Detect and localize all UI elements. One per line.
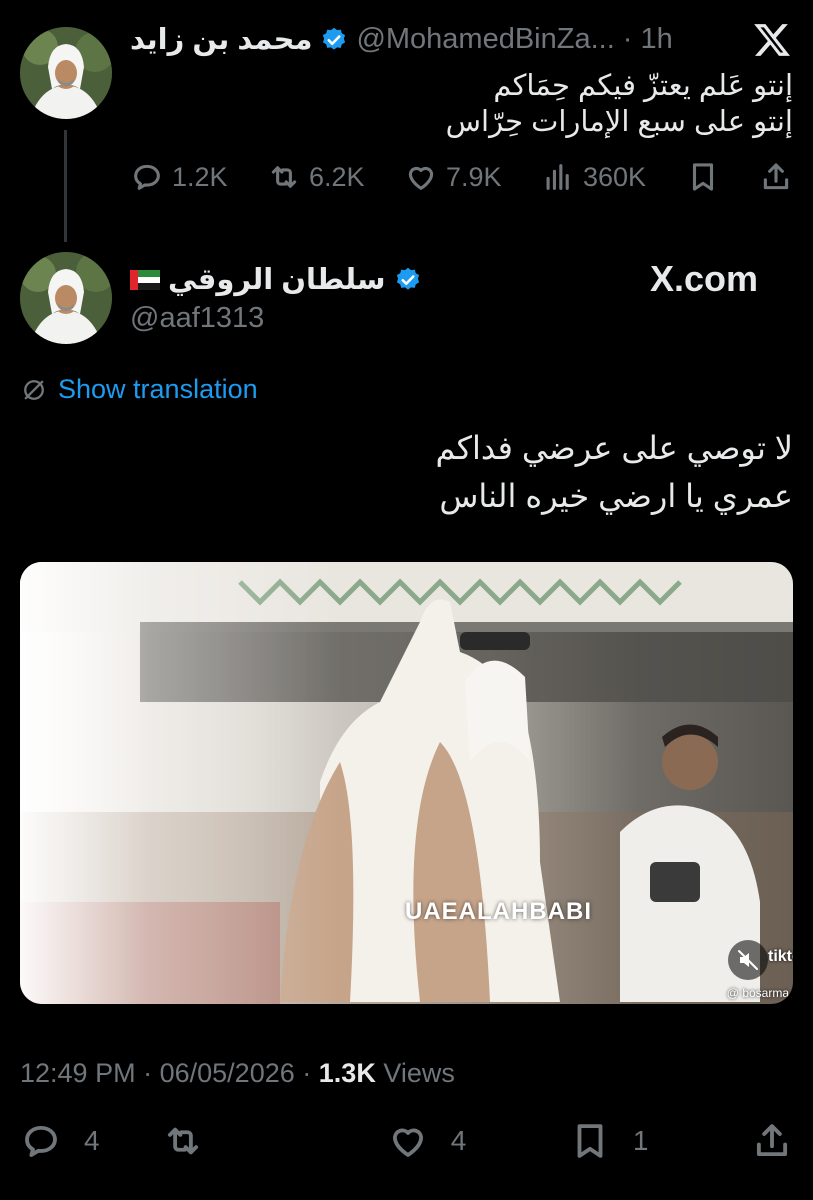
main-like-count: 4	[450, 1125, 467, 1156]
parent-actions-bar: 1.2K 6.2K 7.9K 360K	[130, 160, 793, 194]
main-like-button[interactable]: 4	[387, 1120, 467, 1162]
main-retweet-button[interactable]	[162, 1120, 204, 1162]
parent-tweet-line: إنتو على سبع الإمارات حِرّاس	[445, 106, 793, 138]
parent-reply-button[interactable]: 1.2K	[130, 160, 228, 194]
thread-connector-line	[64, 130, 67, 242]
main-author-name[interactable]: سلطان الروقي	[168, 262, 386, 297]
reply-icon	[134, 164, 160, 190]
video-frame-image	[20, 562, 793, 1004]
tiktok-label: tiktok	[768, 948, 793, 965]
main-author-handle[interactable]: @aaf1313	[130, 302, 264, 335]
parent-author-name[interactable]: محمد بن زايد	[130, 22, 312, 57]
parent-author-handle[interactable]: @MohamedBinZa...	[356, 23, 614, 56]
tiktok-username: @ bosarma	[726, 986, 789, 1000]
parent-avatar[interactable]	[20, 27, 112, 119]
tweet-time[interactable]: 12:49 PM	[20, 1058, 136, 1088]
muted-speaker-icon	[738, 950, 758, 970]
main-author-row: سلطان الروقي	[130, 262, 422, 297]
parent-author-row: محمد بن زايد @MohamedBinZa... · 1h	[130, 22, 673, 57]
bookmark-icon	[692, 163, 713, 191]
verified-icon	[323, 27, 346, 50]
share-icon	[756, 1124, 788, 1157]
parent-retweet-count: 6.2K	[309, 161, 365, 192]
parent-like-count: 7.9K	[446, 161, 502, 192]
video-watermark: UAEALAHBABI	[405, 898, 592, 925]
tweet-meta: 12:49 PM · 06/05/2026 · 1.3K Views	[20, 1058, 455, 1089]
retweet-icon	[271, 166, 297, 188]
main-reply-button[interactable]: 4	[20, 1120, 100, 1162]
tweet-date[interactable]: 06/05/2026	[160, 1058, 295, 1088]
show-translation-label[interactable]: Show translation	[58, 374, 258, 405]
parent-retweet-button[interactable]: 6.2K	[267, 160, 365, 194]
parent-tweet-text: إنتو عَلم يعتزّ فيكم حِمَاكم إنتو على سب…	[143, 68, 793, 140]
main-bookmark-count: 1	[632, 1125, 649, 1156]
avatar-image	[20, 252, 112, 344]
main-tweet-line: لا توصي على عرضي فداكم	[435, 430, 793, 466]
tweet-video[interactable]: UAEALAHBABI tiktok @ bosarma	[20, 562, 793, 1004]
parent-tweet-time[interactable]: · 1h	[623, 23, 673, 56]
tweet-views-count: 1.3K	[318, 1058, 376, 1088]
main-tweet-text: لا توصي على عرضي فداكم عمري يا ارضي خيره…	[93, 424, 793, 520]
parent-views-button[interactable]: 360K	[541, 160, 646, 194]
parent-tweet-line: إنتو عَلم يعتزّ فيكم حِمَاكم	[493, 70, 793, 102]
translate-icon	[24, 379, 44, 400]
bookmark-icon	[577, 1124, 603, 1158]
main-actions-bar: 4 4 1	[20, 1120, 793, 1162]
x-logo-icon	[752, 20, 792, 65]
tweet-views-label: Views	[383, 1058, 455, 1088]
reply-icon	[25, 1125, 57, 1157]
main-avatar[interactable]	[20, 252, 112, 344]
meta-separator: ·	[302, 1058, 312, 1088]
parent-like-button[interactable]: 7.9K	[404, 160, 502, 194]
heart-icon	[392, 1128, 423, 1157]
main-tweet-line: عمري يا ارضي خيره الناس	[439, 478, 793, 514]
views-chart-icon	[546, 164, 569, 190]
avatar-image	[20, 27, 112, 119]
parent-share-button[interactable]	[759, 160, 793, 194]
share-icon	[763, 163, 789, 190]
verified-icon	[396, 267, 419, 290]
main-share-button[interactable]	[751, 1120, 793, 1162]
meta-separator: ·	[143, 1058, 153, 1088]
parent-bookmark-button[interactable]	[686, 160, 720, 194]
xcom-watermark: X.com	[650, 258, 759, 299]
uae-flag-icon	[130, 269, 160, 290]
mute-button[interactable]	[728, 940, 768, 980]
parent-views-count: 360K	[583, 161, 647, 192]
parent-reply-count: 1.2K	[172, 161, 228, 192]
main-bookmark-button[interactable]: 1	[569, 1120, 649, 1162]
retweet-icon	[168, 1127, 199, 1155]
show-translation-link[interactable]: Show translation	[20, 374, 258, 405]
heart-icon	[408, 166, 434, 190]
main-reply-count: 4	[84, 1125, 100, 1156]
